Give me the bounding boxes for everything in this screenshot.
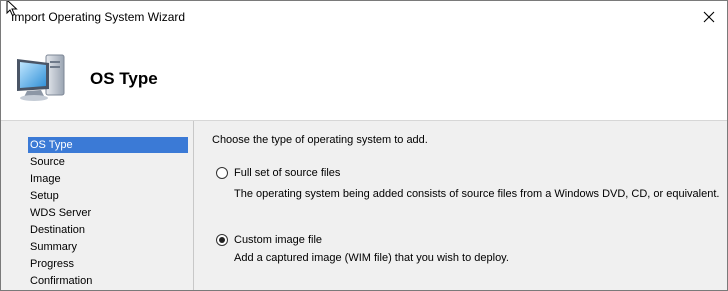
title-bar[interactable]: Import Operating System Wizard [1, 1, 727, 33]
radio-custom-image-file[interactable]: Custom image file [216, 233, 322, 247]
radio-button[interactable] [216, 167, 228, 179]
nav-item-wds-server[interactable]: WDS Server [28, 205, 188, 221]
wizard-header: OS Type [1, 33, 727, 121]
page-title: OS Type [90, 69, 158, 88]
radio-selected-dot [219, 237, 225, 243]
radio-full-source-files[interactable]: Full set of source files [216, 166, 340, 180]
computer-icon [17, 54, 65, 101]
nav-item-confirmation[interactable]: Confirmation [28, 273, 188, 289]
nav-item-image[interactable]: Image [28, 171, 188, 187]
wizard-content: Choose the type of operating system to a… [194, 121, 727, 290]
wizard-steps-nav: OS Type Source Image Setup WDS Server De… [1, 121, 194, 290]
nav-item-os-type[interactable]: OS Type [28, 137, 188, 153]
radio-button[interactable] [216, 234, 228, 246]
nav-item-source[interactable]: Source [28, 154, 188, 170]
nav-item-setup[interactable]: Setup [28, 188, 188, 204]
nav-item-destination[interactable]: Destination [28, 222, 188, 238]
wizard-window: Import Operating System Wizard OS Type O… [0, 0, 728, 291]
close-button[interactable] [697, 5, 721, 29]
mouse-pointer-icon [6, 1, 18, 17]
radio-label[interactable]: Full set of source files [234, 167, 340, 179]
close-icon [703, 11, 715, 23]
window-title: Import Operating System Wizard [11, 10, 186, 24]
instruction-text: Choose the type of operating system to a… [212, 134, 428, 146]
option-description: Add a captured image (WIM file) that you… [234, 252, 509, 264]
radio-label[interactable]: Custom image file [234, 234, 322, 246]
option-description: The operating system being added consist… [234, 188, 720, 200]
nav-item-progress[interactable]: Progress [28, 256, 188, 272]
nav-item-summary[interactable]: Summary [28, 239, 188, 255]
